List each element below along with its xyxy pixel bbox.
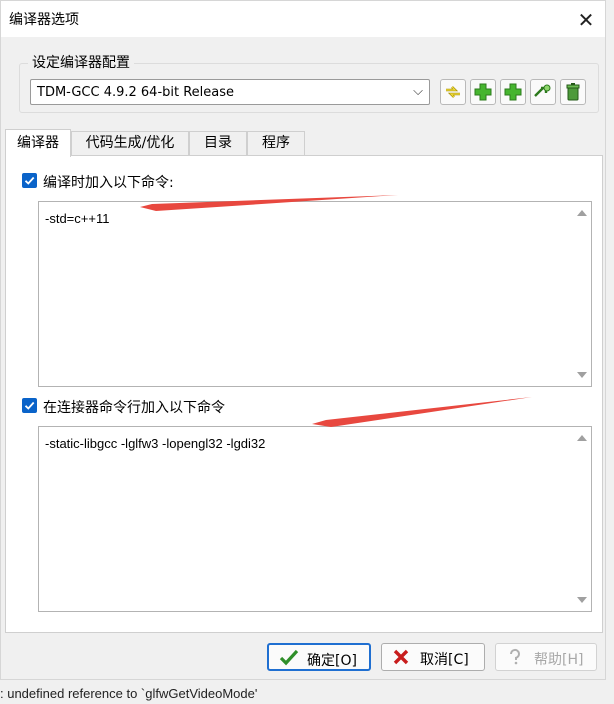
chevron-down-icon: ⌵: [413, 84, 423, 99]
tab-codegen-optimize[interactable]: 代码生成/优化: [71, 131, 189, 155]
tab-directories[interactable]: 目录: [189, 131, 247, 155]
cross-icon: [393, 649, 409, 665]
find-icon: [534, 84, 551, 97]
tab-compiler[interactable]: 编译器: [5, 129, 71, 157]
compiler-set-group-title: 设定编译器配置: [28, 52, 134, 72]
scroll-down-icon[interactable]: [577, 372, 587, 378]
linker-args-value: -static-libgcc -lglfw3 -lopengl32 -lgdi3…: [45, 436, 266, 451]
help-button-label: 帮助[H]: [534, 652, 584, 668]
compiler-set-group: 设定编译器配置 TDM-GCC 4.9.2 64-bit Release ⌵: [19, 52, 599, 113]
find-compiler-set-button[interactable]: [530, 79, 556, 105]
tab-programs[interactable]: 程序: [247, 131, 305, 155]
rename-compiler-set-button[interactable]: [440, 79, 466, 105]
title-bar: 编译器选项 ✕: [1, 1, 605, 37]
compiler-tab-panel: 编译时加入以下命令: -std=c++11 在连接器命令行加入以下命令 -sta…: [5, 155, 603, 633]
linker-args-scrollbar[interactable]: [573, 427, 591, 611]
add-icon: [474, 83, 492, 101]
add-folder-compiler-set-button[interactable]: [500, 79, 526, 105]
compiler-options-dialog: 编译器选项 ✕ 设定编译器配置 TDM-GCC 4.9.2 64-bit Rel…: [0, 0, 606, 680]
compiler-set-select[interactable]: TDM-GCC 4.9.2 64-bit Release ⌵: [30, 79, 430, 105]
checkmark-icon: [24, 176, 35, 185]
linker-args-textarea[interactable]: -static-libgcc -lglfw3 -lopengl32 -lgdi3…: [38, 426, 592, 612]
scroll-up-icon[interactable]: [577, 435, 587, 441]
compile-args-scrollbar[interactable]: [573, 202, 591, 386]
cancel-button-label: 取消[C]: [420, 652, 469, 668]
linker-args-checkbox[interactable]: [22, 398, 37, 413]
ok-button-label: 确定[O]: [307, 653, 357, 669]
add-compiler-set-button[interactable]: [470, 79, 496, 105]
help-button: 帮助[H]: [495, 643, 597, 671]
checkmark-icon: [24, 401, 35, 410]
background-log-text: : undefined reference to `glfwGetVideoMo…: [0, 686, 258, 701]
rename-icon: [446, 86, 460, 98]
scroll-down-icon[interactable]: [577, 597, 587, 603]
ok-button[interactable]: 确定[O]: [267, 643, 371, 671]
compiler-set-value: TDM-GCC 4.9.2 64-bit Release: [37, 85, 235, 100]
help-icon: [509, 648, 520, 665]
delete-icon: [566, 83, 580, 101]
compile-args-value: -std=c++11: [45, 211, 110, 226]
close-icon[interactable]: ✕: [573, 7, 599, 33]
linker-args-label: 在连接器命令行加入以下命令: [43, 400, 225, 416]
cancel-button[interactable]: 取消[C]: [381, 643, 485, 671]
scroll-up-icon[interactable]: [577, 210, 587, 216]
add-folder-icon: [504, 83, 522, 101]
window-title: 编译器选项: [9, 12, 79, 28]
compile-args-label: 编译时加入以下命令:: [43, 175, 174, 191]
delete-compiler-set-button[interactable]: [560, 79, 586, 105]
checkmark-icon: [279, 649, 299, 666]
compile-args-textarea[interactable]: -std=c++11: [38, 201, 592, 387]
compile-args-checkbox[interactable]: [22, 173, 37, 188]
